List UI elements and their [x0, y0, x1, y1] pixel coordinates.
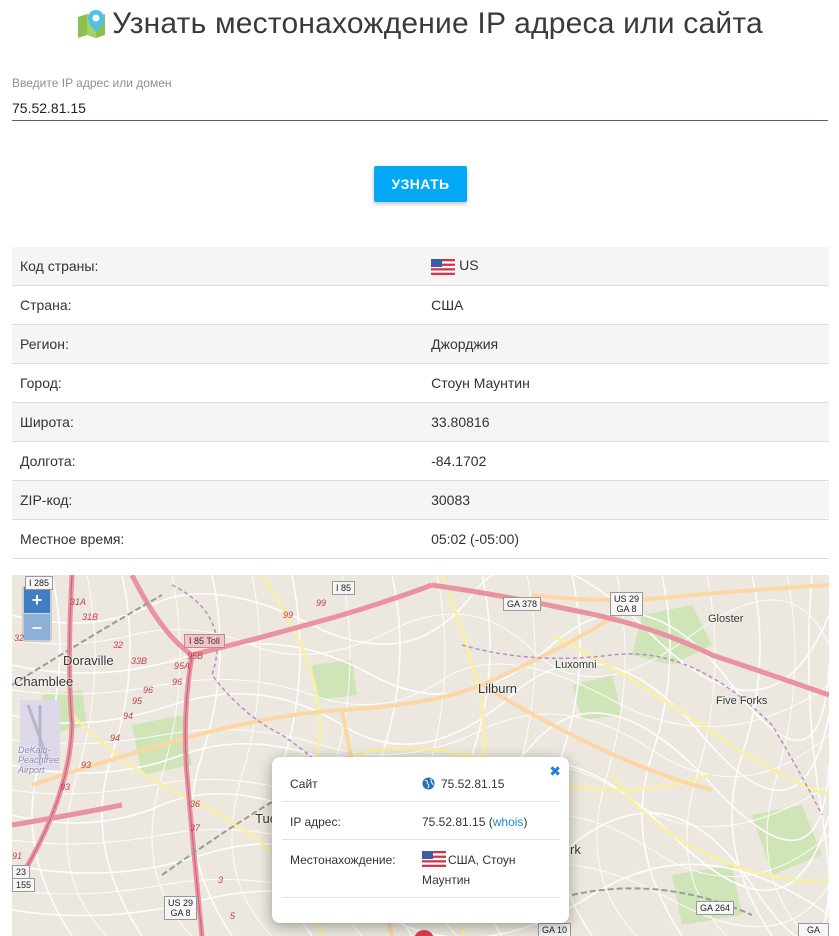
table-row: Долгота: -84.1702 [12, 441, 829, 481]
exit-label: 33B [131, 656, 148, 666]
shield-us29-top-text: US 29 [614, 594, 640, 604]
shield-i85-toll: I 85 Toll [184, 634, 225, 648]
whois-close-paren: ) [523, 815, 528, 829]
exit-label: 95B [187, 651, 204, 661]
shield-23: 23 [12, 865, 31, 879]
longitude-label: Долгота: [12, 441, 414, 481]
us-flag-icon [422, 851, 446, 867]
map-view[interactable]: + – I 285 I 85 I 85 Toll GA 378 US 29 GA… [12, 575, 829, 936]
place-luxomni: Luxomni [555, 659, 597, 671]
popup-ip-value: 75.52.81.15 [422, 815, 486, 829]
latitude-value: 33.80816 [413, 402, 829, 442]
popup-row-ip: IP адрес: 75.52.81.15 (whois) [282, 801, 560, 840]
exit-label: 99 [283, 610, 294, 620]
exit-label: 5 [230, 911, 236, 921]
lookup-button[interactable]: УЗНАТЬ [374, 166, 467, 202]
table-row: Местное время: 05:02 (-05:00) [12, 519, 829, 559]
shield-155: 155 [12, 878, 36, 892]
place-airport: DeKalb- Peachtree Airport [18, 745, 60, 775]
popup-site-value-wrap: 75.52.81.15 [422, 774, 552, 794]
popup-site-value: 75.52.81.15 [441, 777, 505, 791]
country-code-value: US [413, 247, 829, 286]
exit-label: 94 [110, 733, 121, 743]
shield-ga10: GA 10 [538, 923, 572, 936]
country-label: Страна: [12, 285, 414, 325]
exit-label: 32 [113, 640, 124, 650]
place-park: rk [570, 842, 581, 857]
zoom-out-button[interactable]: – [24, 613, 50, 640]
zoom-control: + – [22, 585, 52, 642]
popup-location-label: Местонахождение: [290, 853, 396, 867]
exit-label: 95A [174, 661, 191, 671]
ip-input[interactable] [12, 96, 828, 121]
globe-icon [422, 777, 435, 790]
exit-label: 36 [190, 799, 201, 809]
shield-ga378: GA 378 [503, 597, 542, 611]
place-doraville: Doraville [63, 653, 114, 668]
shield-ga12: GA 12 [798, 923, 829, 936]
place-five-forks: Five Forks [716, 695, 768, 707]
details-table: Код страны: US Страна: США Регион: Джорд… [12, 247, 829, 559]
local-time-label: Местное время: [12, 519, 414, 559]
zip-label: ZIP-код: [12, 480, 414, 520]
popup-site-label: Сайт [290, 777, 318, 791]
table-row: Страна: США [12, 285, 829, 325]
region-value: Джорджия [413, 324, 829, 364]
city-value: Стоун Маунтин [413, 363, 829, 403]
exit-label: 96 [172, 677, 183, 687]
longitude-value: -84.1702 [413, 441, 829, 481]
local-time-value: 05:02 (-05:00) [413, 519, 829, 559]
place-gloster: Gloster [708, 613, 744, 625]
country-code-label: Код страны: [12, 247, 414, 286]
exit-label: 93 [60, 782, 71, 792]
latitude-label: Широта: [12, 402, 414, 442]
table-row: ZIP-код: 30083 [12, 480, 829, 520]
shield-i285: I 285 [25, 576, 54, 590]
exit-label: 31A [70, 597, 87, 607]
exit-label: 3 [218, 875, 224, 885]
city-label: Город: [12, 363, 414, 403]
exit-label: 96 [143, 685, 154, 695]
place-chamblee: Chamblee [14, 674, 74, 689]
exit-label: 94 [123, 711, 134, 721]
table-row: Код страны: US [12, 247, 829, 286]
shield-ga8-bottom-text: GA 8 [170, 908, 191, 918]
table-row: Регион: Джорджия [12, 324, 829, 364]
shield-ga264: GA 264 [696, 901, 735, 915]
page-header: Узнать местонахождение IP адреса или сай… [0, 0, 839, 48]
shield-i85: I 85 [332, 581, 356, 595]
shield-us29-bottom-text: US 29 [168, 898, 194, 908]
popup-location-value-wrap: США, Стоун Маунтин [422, 850, 552, 890]
us-flag-icon [431, 258, 456, 275]
popup-ip-label: IP адрес: [290, 815, 341, 829]
exit-label: 91 [12, 851, 23, 861]
exit-label: 31B [82, 612, 99, 622]
exit-label: 93 [81, 760, 92, 770]
ip-input-label: Введите IP адрес или домен [12, 76, 172, 90]
region-label: Регион: [12, 324, 414, 364]
page-title: Узнать местонахождение IP адреса или сай… [112, 7, 763, 40]
exit-label: 37 [190, 823, 201, 833]
zip-value: 30083 [413, 480, 829, 520]
popup-row-site: Сайт 75.52.81.15 [282, 757, 560, 802]
zoom-in-button[interactable]: + [24, 587, 50, 613]
shield-us29-ga8-bottom: US 29 GA 8 [164, 896, 198, 920]
shield-us29-ga8-top: US 29 GA 8 [610, 592, 644, 616]
location-popup: ✖ Сайт 75.52.81.15 IP адрес: 75.52.81.15… [272, 757, 569, 923]
place-lilburn: Lilburn [478, 681, 518, 696]
country-value: США [413, 285, 829, 325]
table-row: Широта: 33.80816 [12, 402, 829, 442]
map-pin-icon [78, 10, 106, 38]
exit-label: 95 [132, 696, 143, 706]
exit-label: 99 [316, 598, 327, 608]
country-code-text: US [459, 257, 479, 274]
exit-label: 32 [14, 633, 25, 643]
whois-link[interactable]: whois [493, 815, 524, 829]
table-row: Город: Стоун Маунтин [12, 363, 829, 403]
shield-ga8-top-text: GA 8 [616, 604, 637, 614]
popup-row-location: Местонахождение: США, Стоун Маунтин [282, 839, 560, 898]
popup-ip-value-wrap: 75.52.81.15 (whois) [422, 812, 552, 832]
